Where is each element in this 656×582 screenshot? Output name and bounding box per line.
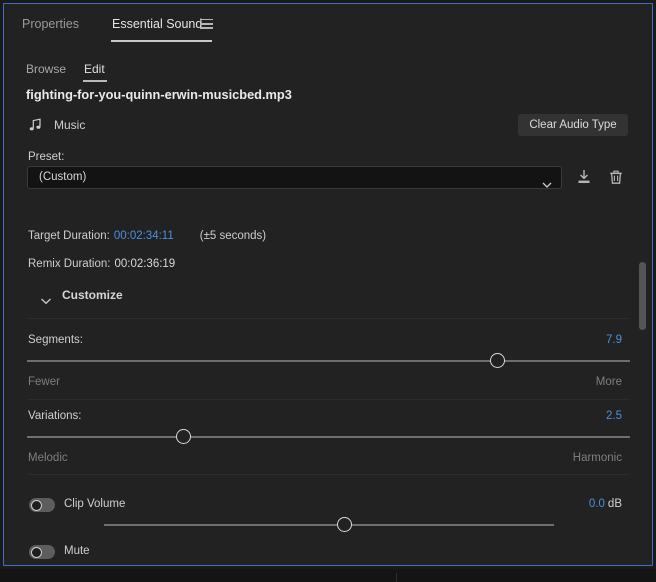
clip-volume-unit: dB [607,498,622,510]
variations-label: Variations: [28,410,82,422]
target-duration-label: Target Duration: [28,230,110,242]
subtab-edit[interactable]: Edit [84,62,105,76]
remix-duration-label: Remix Duration: [28,258,111,270]
essential-sound-panel: Properties Essential Sound Browse Edit f… [3,3,653,566]
subtab-browse[interactable]: Browse [26,62,66,76]
clip-volume-row: Clip Volume 0.0 dB [4,498,652,516]
audio-file-name: fighting-for-you-quinn-erwin-musicbed.mp… [26,87,292,102]
mute-toggle[interactable] [29,545,55,559]
mute-row: Mute [4,545,652,563]
toggle-knob [30,499,42,511]
tab-active-underline [111,40,212,42]
window-bottom-strip [0,569,656,582]
segments-label: Segments: [28,334,83,346]
clip-volume-label: Clip Volume [64,498,126,510]
music-note-icon [28,117,44,133]
clip-volume-number: 0.0 [588,498,605,510]
variations-min-label: Melodic [28,452,68,464]
target-duration-row: Target Duration: 00:02:34:11 (±5 seconds) [28,230,266,242]
variations-max-label: Harmonic [572,452,622,464]
subtab-active-underline [83,80,107,82]
clip-volume-value[interactable]: 0.0 dB [589,498,622,510]
variations-slider-thumb[interactable] [176,429,192,444]
variations-value[interactable]: 2.5 [606,410,622,422]
customize-label: Customize [62,288,123,302]
tab-essential-sound[interactable]: Essential Sound [112,17,202,31]
tab-properties[interactable]: Properties [22,17,79,31]
segments-slider-track[interactable] [27,360,630,362]
toggle-knob [30,546,42,558]
chevron-down-icon [542,175,552,188]
preset-selected-value: (Custom) [39,171,87,183]
clip-volume-slider-thumb[interactable] [336,517,352,532]
remix-duration-row: Remix Duration: 00:02:36:19 [28,258,175,270]
duration-tolerance: (±5 seconds) [199,230,267,242]
mute-label: Mute [64,545,90,557]
preset-label: Preset: [28,151,65,163]
chevron-down-icon [40,292,52,305]
divider-variations [27,474,630,475]
clip-volume-slider-track[interactable] [104,524,554,526]
panel-seam [396,573,397,582]
essential-sound-panel-window: Properties Essential Sound Browse Edit f… [0,0,656,582]
hamburger-menu-icon[interactable] [200,19,213,29]
clear-audio-type-button[interactable]: Clear Audio Type [518,114,628,136]
variations-slider-track[interactable] [27,436,630,438]
remix-duration-value: 00:02:36:19 [114,258,176,270]
preset-dropdown[interactable]: (Custom) [27,166,562,189]
save-preset-icon[interactable] [574,167,594,187]
sub-tab-bar: Browse Edit [4,62,652,84]
audio-type-label: Music [54,118,86,132]
panel-scrollbar[interactable] [638,44,647,564]
target-duration-value[interactable]: 00:02:34:11 [114,230,174,242]
clip-volume-toggle[interactable] [29,498,55,512]
segments-slider-thumb[interactable] [489,353,505,368]
segments-value[interactable]: 7.9 [606,334,622,346]
trash-icon[interactable] [606,167,626,187]
divider-customize [27,318,630,319]
segments-max-label: More [595,376,622,388]
divider-segments [27,399,630,400]
segments-min-label: Fewer [28,376,60,388]
panel-tab-bar: Properties Essential Sound [4,4,652,44]
scrollbar-thumb[interactable] [639,262,646,330]
